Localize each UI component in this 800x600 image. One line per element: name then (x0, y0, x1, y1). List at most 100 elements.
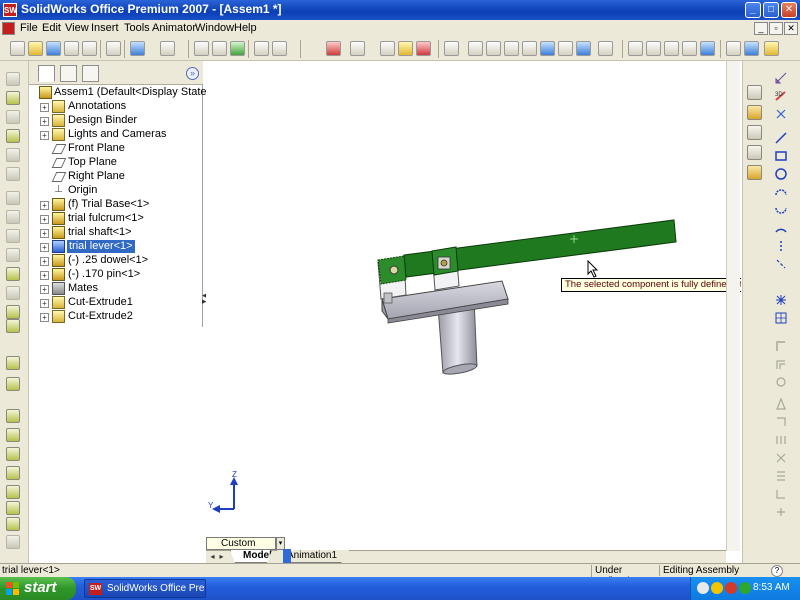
tree-item-cut-extrude2[interactable]: + Cut-Extrude2 (29, 310, 203, 324)
close-button[interactable]: ✕ (781, 2, 797, 18)
motion-icon[interactable] (6, 428, 20, 442)
convert-entities-icon[interactable] (774, 415, 788, 429)
simulation-icon[interactable] (6, 409, 20, 423)
undo-icon[interactable] (130, 41, 145, 56)
view-icon[interactable] (744, 41, 759, 56)
point-icon[interactable] (774, 293, 788, 307)
view-orientation-icon[interactable] (350, 41, 365, 56)
rotate-component-icon[interactable] (6, 191, 20, 205)
taskbar-item-solidworks[interactable]: SW SolidWorks Office Pre... (84, 579, 206, 598)
tools-icon[interactable] (444, 41, 459, 56)
tree-item-right-plane[interactable]: Right Plane (29, 170, 203, 184)
expand-panel-button[interactable]: » (186, 67, 199, 80)
linear-sketch-pattern-icon[interactable] (774, 451, 788, 465)
view-palette-icon[interactable] (747, 165, 762, 180)
trial-lever-component[interactable] (377, 219, 677, 285)
doc-restore-button[interactable]: ▫ (769, 22, 783, 35)
wireframe-icon[interactable] (628, 41, 643, 56)
display-relations-icon[interactable] (774, 487, 788, 501)
move-entities-icon[interactable] (774, 433, 788, 447)
document-icon[interactable] (2, 22, 15, 35)
settings-icon[interactable] (6, 517, 20, 531)
shaded-icon[interactable] (700, 41, 715, 56)
mate-icon[interactable] (6, 129, 20, 143)
rebuild-icon[interactable] (230, 41, 245, 56)
hidden-lines-removed-icon[interactable] (664, 41, 679, 56)
custom-view-box[interactable]: Custom (206, 537, 276, 550)
tree-item-front-plane[interactable]: Front Plane (29, 142, 203, 156)
record-icon[interactable] (6, 466, 20, 480)
expand-toggle[interactable]: + (40, 243, 49, 252)
toolbox-icon[interactable] (416, 41, 431, 56)
tangent-arc-icon[interactable] (774, 203, 788, 217)
menu-animator[interactable]: Animator (152, 22, 196, 34)
tree-item-trial-shaft[interactable]: + trial shaft<1> (29, 226, 203, 240)
expand-toggle[interactable]: + (40, 257, 49, 266)
smart-fasteners-icon[interactable] (6, 148, 20, 162)
move-component-icon[interactable] (6, 167, 20, 181)
zoom-in-out-icon[interactable] (504, 41, 519, 56)
offset-entities-icon[interactable] (774, 357, 788, 371)
smart-dimension-icon[interactable] (774, 107, 788, 121)
physical-dynamics-icon[interactable] (6, 447, 20, 461)
title-bar[interactable]: SW SolidWorks Office Premium 2007 - [Ass… (0, 0, 800, 20)
pan-icon[interactable] (558, 41, 573, 56)
view-orientation-dropdown-icon[interactable] (598, 41, 613, 56)
assembly-model[interactable] (206, 61, 741, 551)
play-icon[interactable] (6, 485, 20, 499)
menu-view[interactable]: View (65, 22, 89, 34)
tree-item-trial-fulcrum[interactable]: + trial fulcrum<1> (29, 212, 203, 226)
toolbar-button-icon[interactable] (380, 41, 395, 56)
circular-pattern-icon[interactable] (6, 319, 20, 333)
menu-tools[interactable]: Tools (124, 22, 150, 34)
select-arrow-icon[interactable] (194, 41, 209, 56)
tab-nav-last[interactable]: ▸ (218, 551, 225, 563)
hole-series-icon[interactable] (6, 267, 20, 281)
sketch-picture-icon[interactable] (774, 311, 788, 325)
linear-pattern-icon[interactable] (6, 305, 20, 319)
assembly-feature-icon[interactable] (6, 286, 20, 300)
tab-nav-first[interactable]: ◂ (209, 551, 216, 563)
show-hidden-icon[interactable] (6, 356, 20, 370)
display-box-icon[interactable] (326, 41, 341, 56)
3d-view-icon[interactable] (576, 41, 591, 56)
new-document-icon[interactable] (10, 41, 25, 56)
new-part-icon[interactable] (6, 91, 20, 105)
save-icon[interactable] (46, 41, 61, 56)
insert-component-icon[interactable] (6, 72, 20, 86)
tree-item-annotations[interactable]: + Annotations (29, 100, 203, 114)
sketch-fillet-icon[interactable] (774, 239, 788, 253)
doc-close-button[interactable]: ✕ (784, 22, 798, 35)
menu-help[interactable]: Help (234, 22, 257, 34)
line-icon[interactable] (774, 131, 788, 145)
feature-manager-tab-icon[interactable] (38, 65, 55, 82)
graphics-area[interactable]: The selected component is fully defined.… (206, 61, 741, 551)
menu-edit[interactable]: Edit (42, 22, 61, 34)
3d-sketch-icon[interactable]: 3D (774, 89, 788, 103)
solidworks-app-icon[interactable]: SW (3, 3, 17, 17)
menu-insert[interactable]: Insert (91, 22, 119, 34)
shaded-with-edges-icon[interactable] (682, 41, 697, 56)
three-point-arc-icon[interactable] (774, 221, 788, 235)
expand-toggle[interactable]: + (40, 117, 49, 126)
edit-sketch-icon[interactable] (6, 501, 20, 515)
tree-item-pin[interactable]: + (-) .170 pin<1> (29, 268, 203, 282)
tree-item-lights-cameras[interactable]: + Lights and Cameras (29, 128, 203, 142)
rotate-view-icon[interactable] (540, 41, 555, 56)
help-icon[interactable] (398, 41, 413, 56)
tree-item-trial-lever[interactable]: + trial lever<1> (29, 240, 203, 254)
graphics-vertical-scrollbar[interactable] (726, 61, 740, 551)
search-icon[interactable] (747, 145, 762, 160)
expand-toggle[interactable]: + (40, 313, 49, 322)
expand-toggle[interactable]: + (40, 229, 49, 238)
zoom-selection-icon[interactable] (522, 41, 537, 56)
help-icon[interactable]: ? (771, 565, 783, 577)
options-icon[interactable] (272, 41, 287, 56)
tray-network-icon[interactable] (697, 582, 709, 594)
expand-toggle[interactable]: + (40, 201, 49, 210)
centerline-icon[interactable] (774, 257, 788, 271)
tree-item-dowel[interactable]: + (-) .25 dowel<1> (29, 254, 203, 268)
expand-toggle[interactable]: + (40, 299, 49, 308)
expand-toggle[interactable]: + (40, 215, 49, 224)
menu-file[interactable]: File (20, 22, 38, 34)
